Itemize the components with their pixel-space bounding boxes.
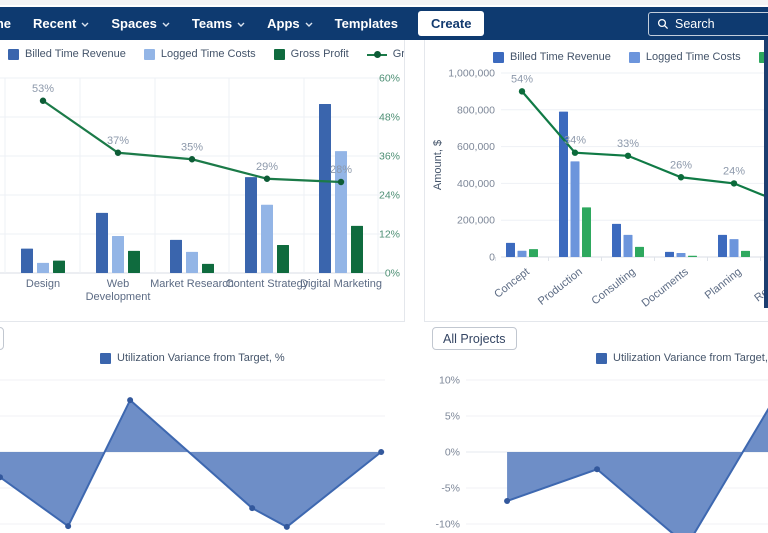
svg-text:-10%: -10% <box>435 519 460 531</box>
svg-text:28%: 28% <box>330 164 352 176</box>
nav-item-templates[interactable]: Templates <box>335 16 398 31</box>
svg-text:5%: 5% <box>445 411 460 423</box>
svg-text:Content Strategy: Content Strategy <box>226 278 309 290</box>
chart-margin-by-project-type: 0% 12% 24% 36% 48% 60% 53% 37% 35% 29% 28% Design We… <box>0 40 404 321</box>
svg-text:800,000: 800,000 <box>457 104 495 116</box>
chevron-down-icon <box>237 22 245 27</box>
panel-utilization-variance-left: Utilization Variance from Target, % <box>0 322 404 533</box>
nav-item-recent[interactable]: Recent <box>33 16 89 31</box>
svg-text:Production: Production <box>536 266 585 308</box>
search-box[interactable]: Search <box>648 12 768 36</box>
svg-text:600,000: 600,000 <box>457 141 495 153</box>
svg-text:26%: 26% <box>670 159 692 171</box>
svg-text:24%: 24% <box>723 165 745 177</box>
svg-text:36%: 36% <box>379 151 400 163</box>
all-projects-button[interactable]: All Projects <box>432 327 517 350</box>
svg-text:0: 0 <box>489 252 495 264</box>
panel-margin-by-stage: Billed Time RevenueLogged Time CostsGros… <box>424 40 768 322</box>
svg-text:0%: 0% <box>445 447 460 459</box>
svg-text:0%: 0% <box>385 268 400 280</box>
nav-item-home-label: Home <box>0 16 11 31</box>
svg-text:Planning: Planning <box>703 266 744 302</box>
nav-item-label: Teams <box>191 16 233 31</box>
panel-margin-by-project-type: Billed Time Revenue Logged Time Costs Gros… <box>0 40 405 322</box>
browser-edge-strip <box>0 0 768 7</box>
svg-text:48%: 48% <box>379 112 400 124</box>
svg-text:Consulting: Consulting <box>589 266 637 307</box>
search-label: Search <box>675 17 715 31</box>
chevron-down-icon <box>305 22 313 27</box>
chart-utilization-variance-left <box>0 322 404 533</box>
chart-margin-by-stage: 0 200,000 400,000 600,000 800,000 1,000,000 Am… <box>425 40 768 321</box>
svg-text:Concept: Concept <box>492 266 532 301</box>
partial-button-fragment[interactable] <box>0 327 4 350</box>
svg-text:Market Research: Market Research <box>150 278 234 290</box>
svg-text:Design: Design <box>26 278 60 290</box>
svg-text:Documents: Documents <box>640 266 692 310</box>
svg-text:Development: Development <box>86 291 151 303</box>
svg-text:400,000: 400,000 <box>457 178 495 190</box>
nav-item-spaces[interactable]: Spaces <box>111 16 170 31</box>
nav-item-home[interactable]: Home <box>0 16 11 31</box>
chart-utilization-variance-right: 10% 5% 0% -5% -10% <box>424 322 768 533</box>
chevron-down-icon <box>81 22 89 27</box>
nav-item-apps[interactable]: Apps <box>267 16 313 31</box>
svg-text:54%: 54% <box>511 73 533 85</box>
right-edge-strip <box>764 40 768 308</box>
top-navbar: Home Recent Spaces Teams Apps Templates … <box>0 7 768 40</box>
svg-text:35%: 35% <box>181 141 203 153</box>
nav-item-label: Recent <box>33 16 77 31</box>
svg-text:29%: 29% <box>256 161 278 173</box>
svg-text:33%: 33% <box>617 138 639 150</box>
svg-text:53%: 53% <box>32 83 54 95</box>
svg-text:200,000: 200,000 <box>457 215 495 227</box>
panel-utilization-variance-right: Utilization Variance from Target, % 10% 5… <box>424 322 768 533</box>
svg-text:-5%: -5% <box>441 483 460 495</box>
create-button[interactable]: Create <box>417 11 485 36</box>
svg-text:1,000,000: 1,000,000 <box>448 68 495 80</box>
search-icon <box>657 18 669 30</box>
svg-text:34%: 34% <box>564 135 586 147</box>
svg-text:24%: 24% <box>379 190 400 202</box>
svg-text:Digital Marketing: Digital Marketing <box>300 278 382 290</box>
svg-text:10%: 10% <box>439 375 460 387</box>
nav-item-label: Apps <box>267 16 300 31</box>
nav-item-teams[interactable]: Teams <box>192 16 245 31</box>
svg-text:12%: 12% <box>379 229 400 241</box>
svg-text:Amount, $: Amount, $ <box>432 140 444 190</box>
nav-item-label: Templates <box>334 16 398 31</box>
svg-text:37%: 37% <box>107 135 129 147</box>
svg-text:60%: 60% <box>379 73 400 85</box>
chevron-down-icon <box>162 22 170 27</box>
nav-item-label: Spaces <box>111 16 157 31</box>
svg-text:Web: Web <box>107 278 129 290</box>
